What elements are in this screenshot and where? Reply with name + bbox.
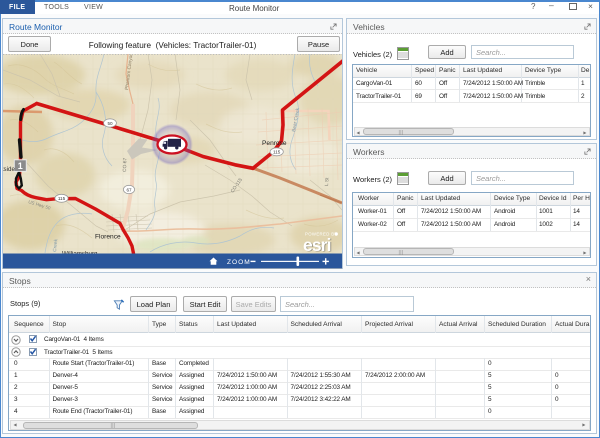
svg-text:Penrose: Penrose	[262, 140, 287, 147]
svg-text:..kside: ..kside	[3, 166, 15, 173]
svg-text:115: 115	[273, 150, 281, 155]
svg-text:Florence: Florence	[95, 234, 121, 241]
svg-text:115: 115	[58, 196, 66, 201]
svg-text:67: 67	[126, 188, 132, 193]
svg-text:ZOOM: ZOOM	[227, 259, 251, 266]
svg-text:CO-67: CO-67	[122, 157, 129, 172]
svg-text:50: 50	[107, 121, 113, 126]
svg-text:1: 1	[18, 161, 23, 171]
svg-text:L St: L St	[324, 177, 330, 186]
svg-text:esri: esri	[303, 235, 331, 255]
